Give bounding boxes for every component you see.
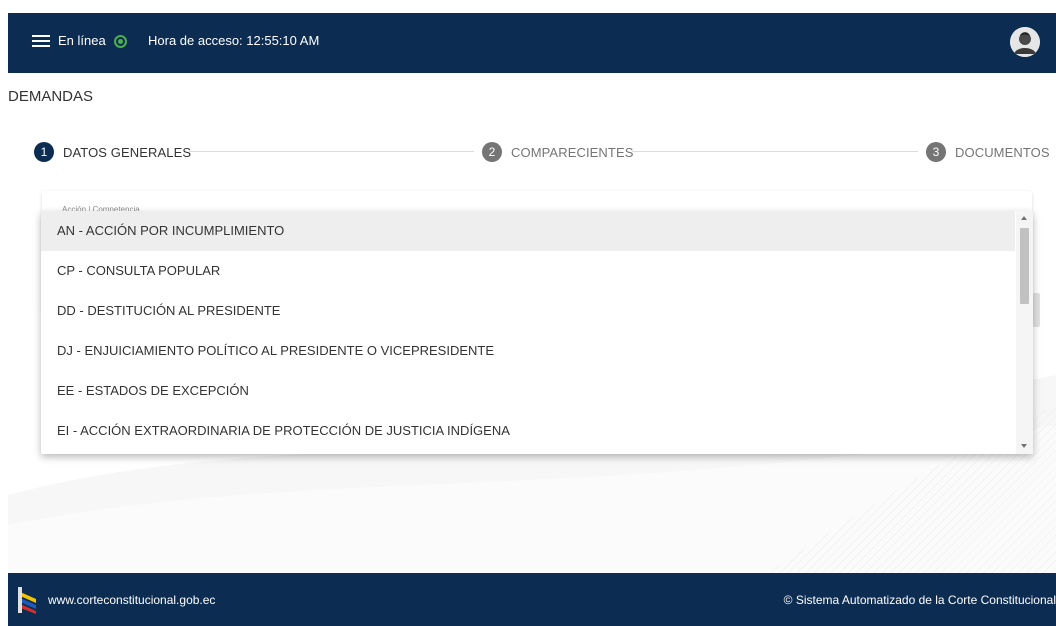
step-number: 3 [926,142,946,162]
top-bar: En línea Hora de acceso: 12:55:10 AM [8,13,1056,73]
access-time: Hora de acceso: 12:55:10 AM [148,33,320,48]
step-number: 1 [34,142,54,162]
menu-icon[interactable] [32,34,50,48]
dropdown-scrollbar[interactable] [1016,211,1033,454]
dropdown-option[interactable]: EE - ESTADOS DE EXCEPCIÓN [41,371,1015,411]
dropdown-option[interactable]: DD - DESTITUCIÓN AL PRESIDENTE [41,291,1015,331]
stepper: 1 DATOS GENERALES 2 COMPARECIENTES 3 DOC… [34,140,1050,164]
footer: www.corteconstitucional.gob.ec © Sistema… [8,573,1056,626]
dropdown-option[interactable]: DJ - ENJUICIAMIENTO POLÍTICO AL PRESIDEN… [41,331,1015,371]
court-logo-icon [16,585,40,615]
footer-copyright: © Sistema Automatizado de la Corte Const… [783,593,1056,607]
dropdown-option[interactable]: AN - ACCIÓN POR INCUMPLIMIENTO [41,211,1015,251]
scroll-thumb[interactable] [1020,228,1029,304]
dropdown-option[interactable]: CP - CONSULTA POPULAR [41,251,1015,291]
step-connector [189,151,474,152]
page-scrollbar-thumb[interactable] [1032,293,1040,327]
online-status-icon [114,35,127,48]
step-label: DOCUMENTOS [955,144,1050,160]
step-label: COMPARECIENTES [511,144,634,160]
step-comparecientes[interactable]: 2 COMPARECIENTES [482,140,634,164]
scroll-up-icon[interactable] [1021,216,1027,220]
dropdown-option[interactable]: EI - ACCIÓN EXTRAORDINARIA DE PROTECCIÓN… [41,411,1015,451]
step-documentos[interactable]: 3 DOCUMENTOS [926,140,1050,164]
footer-site-link[interactable]: www.corteconstitucional.gob.ec [48,593,215,607]
page-title: DEMANDAS [8,88,94,105]
accion-dropdown-panel: AN - ACCIÓN POR INCUMPLIMIENTO CP - CONS… [41,211,1033,454]
step-label: DATOS GENERALES [63,144,192,160]
online-status-label: En línea [58,33,106,48]
user-avatar[interactable] [1010,27,1040,57]
step-number: 2 [482,142,502,162]
step-datos-generales[interactable]: 1 DATOS GENERALES [34,140,191,164]
step-connector [632,151,918,152]
scroll-down-icon[interactable] [1021,444,1027,448]
